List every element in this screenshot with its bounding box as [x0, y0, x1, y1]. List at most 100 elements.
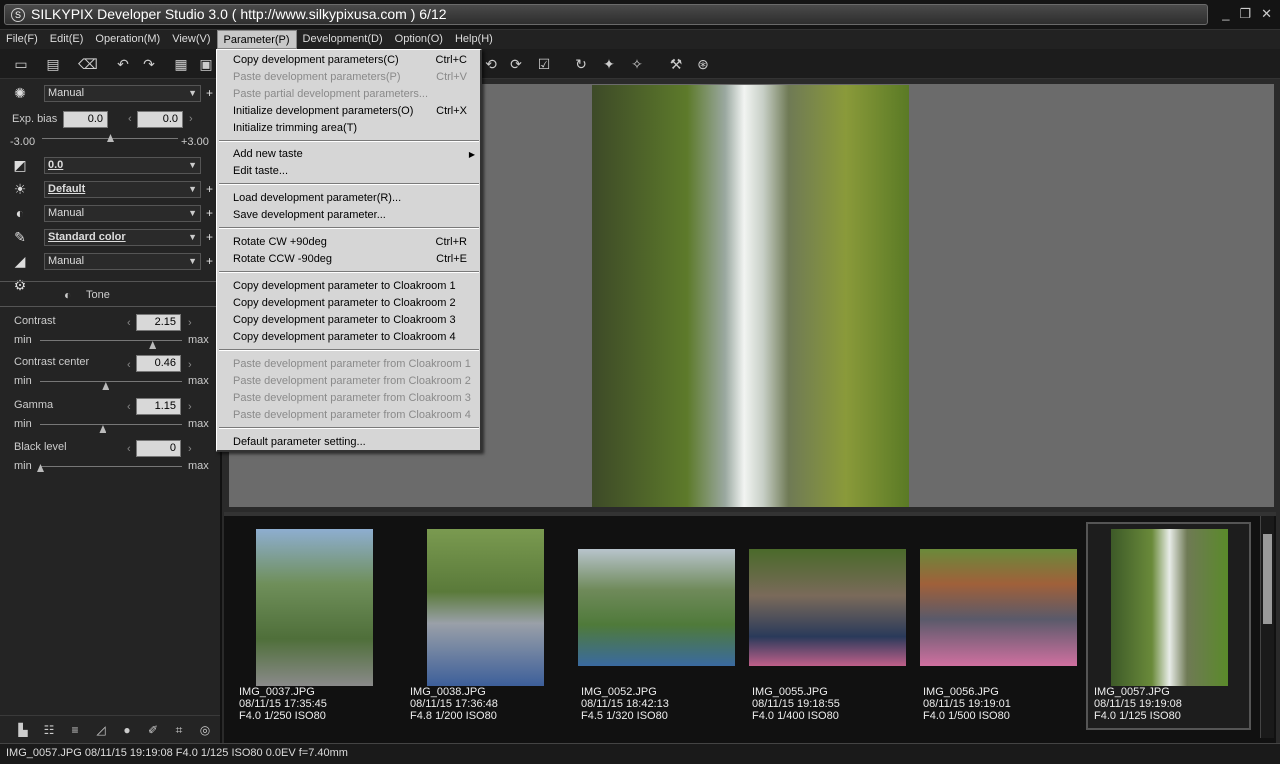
curve-icon[interactable]: ◿ — [92, 721, 110, 739]
batch-icon[interactable]: ✧ — [628, 55, 646, 73]
decrease-arrow-icon[interactable]: ‹ — [127, 443, 131, 455]
eraser-icon[interactable]: ⌫ — [78, 55, 98, 73]
increase-arrow-icon[interactable]: › — [188, 401, 192, 413]
thumbnail-item[interactable]: IMG_0037.JPG 08/11/15 17:35:45 F4.0 1/250 … — [229, 522, 394, 730]
increase-arrow-icon[interactable]: › — [189, 113, 193, 125]
black-level-slider[interactable] — [40, 466, 182, 467]
menu-add-taste[interactable]: Add new taste ▶ — [217, 146, 481, 163]
rotate-ccw-icon[interactable]: ⟲ — [482, 55, 500, 73]
open-folder-icon[interactable]: ▭ — [12, 55, 30, 73]
max-label: max — [188, 418, 209, 430]
menu-paste-partial: Paste partial development parameters... — [233, 88, 429, 100]
increase-arrow-icon[interactable]: › — [188, 443, 192, 455]
add-button[interactable]: + — [206, 182, 213, 196]
thumbnail-exif: F4.0 1/500 ISO80 — [923, 710, 1010, 722]
contrast-center-slider[interactable] — [40, 381, 182, 382]
contrast-center-thumb[interactable] — [102, 382, 110, 390]
menu-paste-cloakroom-1: Paste development parameter from Cloakro… — [233, 358, 471, 370]
contrast-slider[interactable] — [40, 340, 182, 341]
contrast-center-input[interactable]: 0.46 — [136, 355, 181, 372]
color-ball-icon[interactable]: ● — [118, 721, 136, 739]
gamma-slider[interactable] — [40, 424, 182, 425]
refresh-icon[interactable]: ↻ — [572, 55, 590, 73]
menu-rotate-ccw[interactable]: Rotate CCW -90deg Ctrl+E — [217, 251, 481, 268]
menu-operation[interactable]: Operation(M) — [89, 30, 166, 49]
add-button[interactable]: + — [206, 254, 213, 268]
increase-arrow-icon[interactable]: › — [188, 359, 192, 371]
rotate-cw-icon[interactable]: ⟳ — [507, 55, 525, 73]
thumbnail-item[interactable]: IMG_0052.JPG 08/11/15 18:42:13 F4.5 1/320 … — [571, 522, 736, 730]
lens-icon[interactable]: ◎ — [196, 721, 214, 739]
redo-icon[interactable]: ↷ — [140, 55, 158, 73]
list-icon[interactable]: ≡ — [66, 721, 84, 739]
add-button[interactable]: + — [206, 230, 213, 244]
hammer-icon[interactable]: ⚒ — [667, 55, 685, 73]
menu-rotate-cw[interactable]: Rotate CW +90deg Ctrl+R — [217, 234, 481, 251]
contrast-input[interactable]: 2.15 — [136, 314, 181, 331]
settings-icon[interactable]: ⊛ — [694, 55, 712, 73]
exp-bias-label: Exp. bias — [12, 113, 58, 125]
minimize-button[interactable]: _ — [1222, 6, 1229, 22]
gamma-input[interactable]: 1.15 — [136, 398, 181, 415]
decrease-arrow-icon[interactable]: ‹ — [128, 113, 132, 125]
menu-view[interactable]: View(V) — [166, 30, 216, 49]
single-view-icon[interactable]: ▣ — [197, 55, 215, 73]
toolbar: ▭ ▤ ⌫ ↶ ↷ ▦ ▣ ⟲ ⟳ ☑ ↻ ✦ ✧ ⚒ ⊛ — [0, 49, 1280, 79]
exp-bias-value[interactable]: 0.0 — [137, 111, 183, 128]
white-balance-select[interactable]: Manual ▼ — [44, 85, 201, 102]
exp-bias-input[interactable]: 0.0 — [63, 111, 108, 128]
menu-development[interactable]: Development(D) — [297, 30, 389, 49]
contrast-thumb[interactable] — [149, 341, 157, 349]
thumbnail-item-selected[interactable]: IMG_0057.JPG 08/11/15 19:19:08 F4.0 1/125 … — [1086, 522, 1251, 730]
tone-select[interactable]: 0.0 ▼ — [44, 157, 201, 174]
menu-copy-cloakroom-2[interactable]: Copy development parameter to Cloakroom … — [217, 295, 481, 312]
menu-parameter[interactable]: Parameter(P) — [216, 30, 297, 49]
decrease-arrow-icon[interactable]: ‹ — [127, 401, 131, 413]
close-button[interactable]: ✕ — [1261, 6, 1272, 22]
add-button[interactable]: + — [206, 86, 213, 100]
crop-icon[interactable]: ⌗ — [170, 721, 188, 739]
exif-icon[interactable]: ☷ — [40, 721, 58, 739]
menu-copy-params[interactable]: Copy development parameters(C) Ctrl+C — [217, 52, 481, 69]
develop-icon[interactable]: ✦ — [600, 55, 618, 73]
menu-copy-cloakroom-3[interactable]: Copy development parameter to Cloakroom … — [217, 312, 481, 329]
menu-save-params[interactable]: Save development parameter... — [217, 207, 481, 224]
menu-help[interactable]: Help(H) — [449, 30, 499, 49]
menu-edit-taste[interactable]: Edit taste... — [217, 163, 481, 180]
contrast-select[interactable]: Manual ▼ — [44, 205, 201, 222]
menu-option[interactable]: Option(O) — [389, 30, 449, 49]
scrollbar-thumb[interactable] — [1263, 534, 1272, 624]
menu-init-trimming[interactable]: Initialize trimming area(T) — [217, 120, 481, 137]
thumbnail-item[interactable]: IMG_0038.JPG 08/11/15 17:36:48 F4.8 1/200 … — [400, 522, 565, 730]
thumbnail-item[interactable]: IMG_0055.JPG 08/11/15 19:18:55 F4.0 1/400 … — [742, 522, 907, 730]
menu-paste-cloakroom-2: Paste development parameter from Cloakro… — [233, 375, 471, 387]
undo-icon[interactable]: ↶ — [114, 55, 132, 73]
thumbnail-image — [920, 549, 1077, 666]
increase-arrow-icon[interactable]: › — [188, 317, 192, 329]
status-text: IMG_0057.JPG 08/11/15 19:19:08 F4.0 1/12… — [6, 747, 348, 759]
menu-copy-cloakroom-4[interactable]: Copy development parameter to Cloakroom … — [217, 329, 481, 346]
color-select[interactable]: Standard color ▼ — [44, 229, 201, 246]
add-button[interactable]: + — [206, 206, 213, 220]
tone-section-header[interactable]: ◐ Tone — [0, 281, 220, 307]
menu-copy-cloakroom-1[interactable]: Copy development parameter to Cloakroom … — [217, 278, 481, 295]
decrease-arrow-icon[interactable]: ‹ — [127, 359, 131, 371]
brush-icon[interactable]: ✐ — [144, 721, 162, 739]
menu-file[interactable]: File(F) — [0, 30, 44, 49]
decrease-arrow-icon[interactable]: ‹ — [127, 317, 131, 329]
taste-select[interactable]: Default ▼ — [44, 181, 201, 198]
restore-button[interactable]: ❐ — [1239, 6, 1251, 22]
gamma-thumb[interactable] — [99, 425, 107, 433]
sharpness-select[interactable]: Manual ▼ — [44, 253, 201, 270]
menu-load-params[interactable]: Load development parameter(R)... — [217, 190, 481, 207]
check-icon[interactable]: ☑ — [535, 55, 553, 73]
black-level-input[interactable]: 0 — [136, 440, 181, 457]
menu-default-params[interactable]: Default parameter setting... — [217, 434, 481, 451]
grid-view-icon[interactable]: ▦ — [172, 55, 190, 73]
menu-init-params[interactable]: Initialize development parameters(O) Ctrl… — [217, 103, 481, 120]
thumbnail-scrollbar[interactable] — [1260, 516, 1274, 738]
open-file-icon[interactable]: ▤ — [44, 55, 62, 73]
menu-edit[interactable]: Edit(E) — [44, 30, 90, 49]
thumbnail-item[interactable]: IMG_0056.JPG 08/11/15 19:19:01 F4.0 1/500 … — [913, 522, 1078, 730]
histogram-icon[interactable]: ▙ — [14, 721, 32, 739]
